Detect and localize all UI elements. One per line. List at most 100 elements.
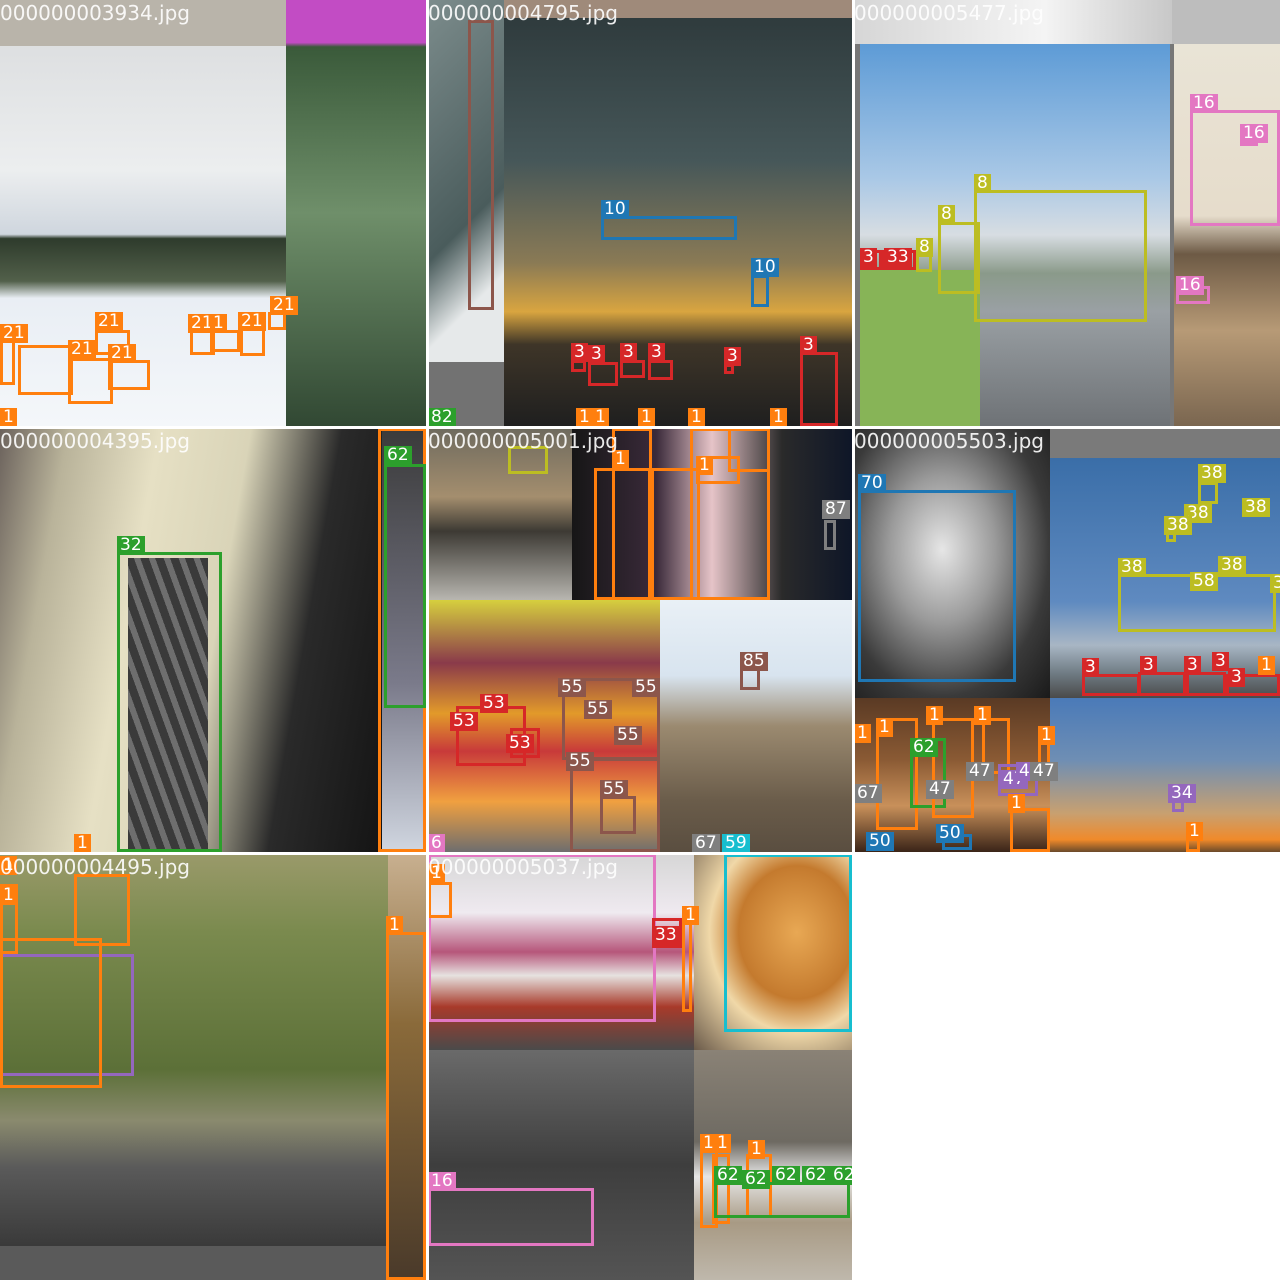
detection-box xyxy=(0,938,102,1088)
class-label: 10 xyxy=(751,258,779,277)
class-label: 3 xyxy=(620,343,637,362)
class-label: 21 xyxy=(95,312,123,331)
detection-box xyxy=(724,854,852,1032)
class-label: 21 xyxy=(68,340,96,359)
class-label: 55 xyxy=(614,726,642,745)
detection-box xyxy=(800,352,838,426)
class-label: 1 xyxy=(714,1134,731,1153)
church-tower-photo xyxy=(660,600,852,852)
detection-box xyxy=(240,328,265,356)
tile-filename: 000000005503.jpg xyxy=(854,429,1044,453)
detection-box xyxy=(620,360,645,378)
class-label: 87 xyxy=(822,500,850,519)
class-label: 38 xyxy=(1198,464,1226,483)
class-label: 55 xyxy=(558,678,586,697)
class-label: 16 xyxy=(428,1172,456,1191)
gray-padding xyxy=(0,1246,388,1280)
detection-box xyxy=(74,874,130,946)
class-label: 21 xyxy=(238,312,266,331)
class-label: 21 xyxy=(0,324,28,343)
class-label: 55 xyxy=(584,700,612,719)
mosaic-tile-4: 000000004395.jpg 32 62 1 xyxy=(0,428,426,852)
detection-box xyxy=(588,362,618,386)
detection-box xyxy=(1082,674,1140,696)
class-label: 67 xyxy=(692,834,720,852)
class-label: 1 xyxy=(876,718,893,737)
class-label: 1 xyxy=(386,916,403,935)
detection-box xyxy=(751,275,769,307)
class-label: 1 xyxy=(638,408,655,426)
class-label: 47 xyxy=(1030,762,1058,781)
detection-box xyxy=(386,932,426,1280)
class-label: 1 xyxy=(1186,822,1203,841)
detection-box xyxy=(648,360,673,380)
detection-box xyxy=(1010,808,1050,852)
class-label: 50 xyxy=(936,824,964,843)
class-label: 82 xyxy=(428,408,456,426)
class-label: 1 xyxy=(770,408,787,426)
detection-box xyxy=(824,520,836,550)
class-label: 1 xyxy=(926,706,943,725)
class-label: 59 xyxy=(722,834,750,852)
class-label: 1 xyxy=(1038,726,1055,745)
detection-box xyxy=(600,796,636,834)
class-label: 50 xyxy=(866,832,894,851)
class-label: 1 xyxy=(0,408,17,426)
class-label: 1 xyxy=(974,706,991,725)
class-label: 8 xyxy=(938,205,955,224)
class-label: 1 xyxy=(1008,794,1025,813)
class-label: 1 xyxy=(74,834,91,852)
class-label: 6 xyxy=(428,834,445,852)
class-label: 62 xyxy=(910,738,938,757)
class-label: 67 xyxy=(854,784,882,803)
class-label: 85 xyxy=(740,652,768,671)
class-label: 55 xyxy=(632,678,660,697)
class-label: 62 xyxy=(802,1166,830,1185)
class-label: 21 xyxy=(270,296,298,315)
top-gray-bar xyxy=(1050,428,1280,458)
class-label: 38 xyxy=(1242,498,1270,517)
pine-tree-photo xyxy=(286,0,426,426)
class-label: 3 xyxy=(800,336,817,355)
class-label: 8 xyxy=(974,174,991,193)
class-label: 33 xyxy=(884,248,912,267)
mosaic-tile-6: 000000005503.jpg 70 38 38 38 38 38 38 58… xyxy=(854,428,1280,852)
detection-box xyxy=(117,552,222,852)
detection-box xyxy=(714,1182,850,1218)
class-label: 1 xyxy=(688,408,705,426)
detection-box xyxy=(682,916,692,1012)
class-label: 3 xyxy=(1184,656,1201,675)
class-label: 1 xyxy=(210,314,227,333)
detection-box xyxy=(740,668,760,690)
class-label: 10 xyxy=(601,200,629,219)
mosaic-tile-7: 000000004495.jpg 1 1 1 xyxy=(0,854,426,1280)
detection-box xyxy=(428,1188,594,1246)
detection-box xyxy=(1186,672,1226,696)
detection-box xyxy=(210,330,240,352)
detection-box xyxy=(938,222,980,294)
class-label: 3 xyxy=(724,347,741,366)
mosaic-tile-8: 000000005037.jpg 1 33 1 16 1 1 1 62 62 6… xyxy=(428,854,852,1280)
class-label: 62 xyxy=(714,1166,742,1185)
grid-separator xyxy=(0,426,1280,429)
class-label: 3 xyxy=(1082,658,1099,677)
tile-filename: 000000004395.jpg xyxy=(0,429,190,453)
class-label: 1 xyxy=(854,724,871,743)
class-label: 1 xyxy=(748,1140,765,1159)
class-label: 53 xyxy=(480,694,508,713)
detection-box xyxy=(0,340,15,385)
class-label: 62 xyxy=(742,1170,770,1189)
class-label: 16 xyxy=(1190,94,1218,113)
tile-filename: 000000004795.jpg xyxy=(428,1,618,25)
grid-separator xyxy=(426,0,429,1280)
mosaic-tile-3: 000000005477.jpg 8 8 8 3 33 16 16 16 xyxy=(854,0,1280,426)
grid-separator xyxy=(0,852,854,855)
detection-box xyxy=(601,216,737,240)
class-label: 53 xyxy=(506,734,534,753)
class-label: 16 xyxy=(1240,124,1268,143)
class-label: 38 xyxy=(1218,556,1246,575)
class-label: 38 xyxy=(1270,574,1280,593)
detection-box xyxy=(974,190,1147,322)
tile-filename: 000000005037.jpg xyxy=(428,855,618,879)
class-label: 47 xyxy=(926,780,954,799)
